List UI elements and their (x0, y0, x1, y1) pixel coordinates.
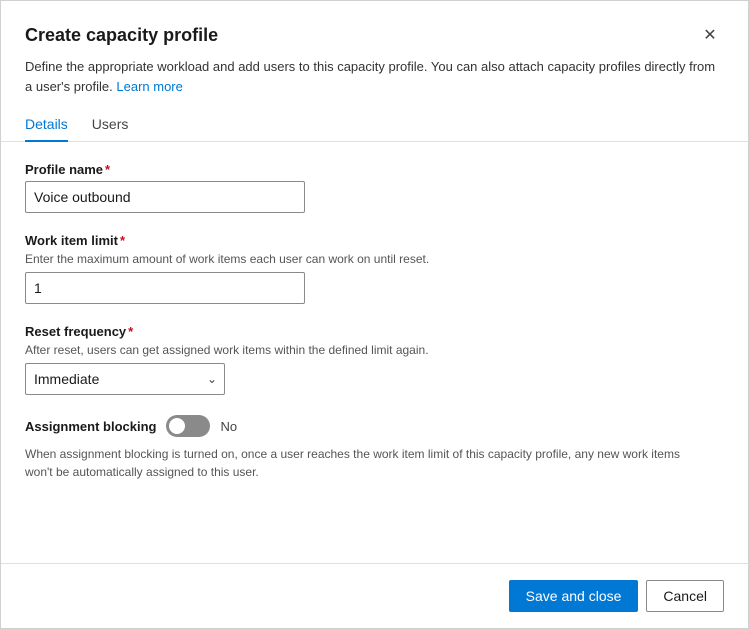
tab-users[interactable]: Users (92, 108, 129, 142)
profile-name-label: Profile name* (25, 162, 724, 177)
reset-frequency-group: Reset frequency* After reset, users can … (25, 324, 724, 395)
modal-description: Define the appropriate workload and add … (1, 57, 748, 108)
work-item-limit-hint: Enter the maximum amount of work items e… (25, 252, 724, 266)
required-star-freq: * (128, 324, 133, 339)
assignment-blocking-label: Assignment blocking (25, 419, 156, 434)
modal-title: Create capacity profile (25, 25, 218, 46)
modal-footer: Save and close Cancel (1, 563, 748, 628)
work-item-limit-input[interactable] (25, 272, 305, 304)
save-and-close-button[interactable]: Save and close (509, 580, 639, 612)
create-capacity-profile-modal: Create capacity profile ✕ Define the app… (0, 0, 749, 629)
work-item-limit-label: Work item limit* (25, 233, 724, 248)
assignment-blocking-group: Assignment blocking No When assignment b… (25, 415, 724, 481)
toggle-slider (166, 415, 210, 437)
profile-name-group: Profile name* (25, 162, 724, 213)
close-button[interactable]: ✕ (696, 21, 724, 49)
learn-more-link[interactable]: Learn more (116, 79, 182, 94)
reset-frequency-hint: After reset, users can get assigned work… (25, 343, 724, 357)
reset-frequency-label: Reset frequency* (25, 324, 724, 339)
toggle-row: Assignment blocking No (25, 415, 724, 437)
reset-frequency-select[interactable]: Immediate Daily Weekly Monthly (25, 363, 225, 395)
modal-header: Create capacity profile ✕ (1, 1, 748, 57)
required-star-name: * (105, 162, 110, 177)
reset-frequency-select-wrapper: Immediate Daily Weekly Monthly ⌄ (25, 363, 225, 395)
tabs-bar: Details Users (1, 108, 748, 142)
assignment-blocking-toggle[interactable] (166, 415, 210, 437)
tab-details[interactable]: Details (25, 108, 68, 142)
close-icon: ✕ (703, 25, 716, 45)
modal-body: Profile name* Work item limit* Enter the… (1, 142, 748, 563)
profile-name-input[interactable] (25, 181, 305, 213)
cancel-button[interactable]: Cancel (646, 580, 724, 612)
assignment-blocking-value: No (220, 419, 237, 434)
assignment-blocking-description: When assignment blocking is turned on, o… (25, 445, 685, 481)
work-item-limit-group: Work item limit* Enter the maximum amoun… (25, 233, 724, 304)
required-star-limit: * (120, 233, 125, 248)
